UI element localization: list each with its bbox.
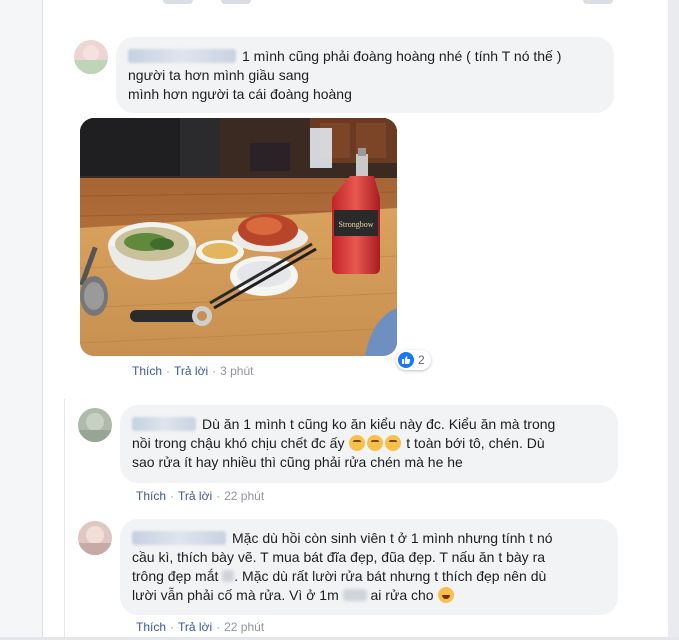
redacted-text: [342, 589, 367, 601]
thinking-face-icon: [385, 435, 402, 451]
redacted-emoji: [222, 570, 235, 582]
comment-bubble: 1 mình cũng phải đoàng hoàng nhé ( tính …: [116, 37, 614, 113]
avatar[interactable]: [74, 40, 108, 74]
comment-text-line: . Mặc dù rất lười rửa bát nhưng t thích …: [234, 568, 547, 584]
like-icon: [398, 352, 414, 368]
comment-text-line: ai rửa cho: [370, 587, 434, 603]
comment-text-line: nồi trong chậu khó chịu chết đc ấy: [132, 435, 345, 451]
comment-text-line: Mặc dù hồi còn sinh viên t ở 1 mình nhưn…: [232, 530, 553, 546]
reply-link[interactable]: Trả lời: [178, 489, 212, 503]
bottle-label: Strongbow: [338, 220, 373, 229]
comment-text-line: trông đẹp mắt: [132, 568, 219, 584]
reaction-count[interactable]: 2: [396, 350, 431, 370]
comment-text-line: lười vẫn phải cố mà rửa. Vì ở 1m: [132, 587, 339, 603]
thinking-face-icon: [349, 435, 366, 451]
author-name[interactable]: [128, 49, 236, 63]
like-link[interactable]: Thích: [132, 364, 162, 378]
comment-text-line: 1 mình cũng phải đoàng hoàng nhé ( tính …: [242, 48, 562, 64]
comment-bubble: Dù ăn 1 mình t cũng ko ăn kiểu này đc. K…: [120, 405, 618, 483]
comment-text-line: cầu kì, thích bày vẽ. T mua bát đĩa đẹp,…: [132, 549, 546, 565]
comment-actions: Thích · Trả lời · 22 phút: [136, 489, 265, 503]
avatar[interactable]: [78, 521, 112, 555]
comment-actions: Thích · Trả lời · 22 phút: [136, 620, 265, 634]
comment-bubble: Mặc dù hồi còn sinh viên t ở 1 mình nhưn…: [120, 519, 618, 615]
comment-text-line: sao rửa ít hay nhiều thì cũng phải rửa c…: [132, 454, 463, 470]
author-name[interactable]: [132, 531, 226, 545]
author-name[interactable]: [132, 417, 196, 431]
thinking-face-icon: [367, 435, 384, 451]
like-link[interactable]: Thích: [136, 620, 166, 634]
page-edge: [668, 0, 679, 640]
comment-text-line: Dù ăn 1 mình t cũng ko ăn kiểu này đc. K…: [202, 416, 556, 432]
laughing-face-icon: [438, 587, 455, 603]
reaction-count-number: 2: [418, 353, 425, 367]
timestamp[interactable]: 22 phút: [224, 489, 264, 503]
divider: [64, 399, 65, 639]
avatar[interactable]: [78, 408, 112, 442]
comment-text-line: t toàn bới tô, chén. Dù: [406, 435, 545, 451]
comment-text-line: mình hơn người ta cái đoàng hoàng: [128, 86, 352, 102]
reply-link[interactable]: Trả lời: [178, 620, 212, 634]
comment-text-line: người ta hơn mình giầu sang: [128, 67, 310, 83]
comment-photo[interactable]: Strongbow: [80, 118, 397, 356]
reply-link[interactable]: Trả lời: [174, 364, 208, 378]
timestamp[interactable]: 3 phút: [220, 364, 253, 378]
timestamp[interactable]: 22 phút: [224, 620, 264, 634]
like-link[interactable]: Thích: [136, 489, 166, 503]
comment-actions: Thích · Trả lời · 3 phút: [132, 364, 254, 378]
cropped-previous-actions: [43, 0, 669, 8]
